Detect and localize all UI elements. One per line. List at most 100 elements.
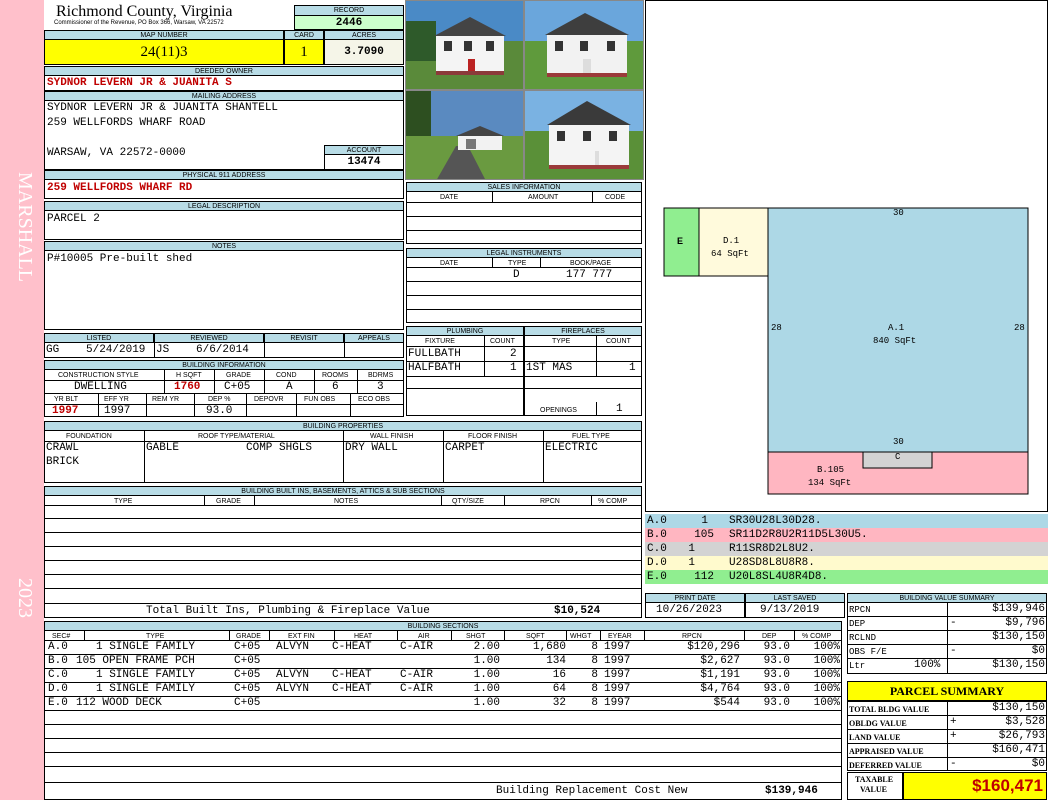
- fireplace-type-col: TYPE: [552, 338, 571, 345]
- section-row-sqft: 64: [552, 683, 566, 695]
- section-row-sqft: 32: [552, 697, 566, 709]
- bvs-ltr-pct: 100%: [914, 659, 941, 671]
- vector-sec: D.0: [647, 557, 667, 569]
- legal-text: PARCEL 2: [47, 213, 100, 225]
- section-row-heat: C-HEAT: [332, 669, 372, 681]
- vector-code: 1: [701, 515, 708, 527]
- fireplace-count-col: COUNT: [606, 338, 631, 345]
- account-value: 13474: [324, 154, 404, 170]
- effyr-col: EFF YR: [104, 396, 129, 403]
- builtins-total-value: $10,524: [554, 605, 601, 617]
- listed-date: 5/24/2019: [86, 344, 146, 356]
- bvs-ltr-label: Ltr: [849, 661, 866, 671]
- section-row-shgt: 1.00: [473, 655, 500, 667]
- section-row-whgt: 8: [591, 697, 598, 709]
- remyr-col: REM YR: [152, 396, 180, 403]
- sketch-dim-top: 30: [893, 208, 904, 218]
- vector-sec: C.0: [647, 543, 667, 555]
- cs-col: CONSTRUCTION STYLE: [58, 372, 139, 379]
- vector-code: 1: [688, 557, 695, 569]
- wall-col: WALL FINISH: [370, 433, 414, 440]
- sales-col-amount: AMOUNT: [528, 194, 559, 201]
- section-row-type: 112 WOOD DECK: [76, 697, 162, 709]
- section-row-shgt: 1.00: [473, 669, 500, 681]
- taxable-label-1: TAXABLE: [855, 775, 894, 784]
- county-title: Richmond County, Virginia: [56, 3, 233, 20]
- plumbing-row-2-fixture: HALFBATH: [408, 362, 461, 374]
- parcel-row-label: DEFERRED VALUE: [849, 761, 922, 770]
- sales-col-code: CODE: [605, 194, 626, 201]
- section-row-sec: E.0: [48, 697, 68, 709]
- vector-row: [645, 556, 1048, 570]
- parcel-summary-title: PARCEL SUMMARY: [847, 681, 1047, 701]
- plumbing-row-2-count: 1: [510, 362, 517, 374]
- section-row-type: 1 SINGLE FAMILY: [96, 669, 196, 681]
- house-photo-4: [524, 90, 644, 180]
- listed-by: GG: [46, 344, 60, 356]
- section-row-heat: C-HEAT: [332, 683, 372, 695]
- house-photo-1: [405, 0, 524, 90]
- plumbing-row-1-count: 2: [510, 348, 517, 360]
- commissioner-line: Commissioner of the Revenue, PO Box 366,…: [54, 20, 224, 26]
- vector-row: [645, 542, 1048, 556]
- section-row-comp: 100%: [813, 697, 840, 709]
- section-row-whgt: 8: [591, 655, 598, 667]
- rcn-value: $139,946: [765, 785, 818, 797]
- roof-col: ROOF TYPE/MATERIAL: [198, 433, 275, 440]
- section-row-air: C-AIR: [400, 669, 434, 681]
- taxable-label-2: VALUE: [860, 785, 887, 794]
- section-row-rpcn: $1,191: [700, 669, 740, 681]
- section-row-grade: C+05: [234, 655, 261, 667]
- sketch-area-d1: 64 SqFt: [711, 249, 749, 259]
- mailing-line2: 259 WELLFORDS WHARF ROAD: [47, 117, 206, 129]
- bvs-obs-value: $0: [1031, 645, 1045, 657]
- section-row-ext: ALVYN: [276, 683, 310, 695]
- parcel-row-value: $0: [1031, 758, 1045, 770]
- acres-value: 3.7090: [324, 39, 404, 65]
- section-row-shgt: 1.00: [473, 683, 500, 695]
- section-row-rpcn: $2,627: [700, 655, 740, 667]
- house-photo-2: [524, 0, 644, 90]
- section-row-eyear: 1997: [604, 669, 631, 681]
- openings-value: 1: [616, 403, 623, 415]
- year-label: 2023: [14, 578, 36, 618]
- notes-text: P#10005 Pre-built shed: [47, 253, 193, 265]
- fuel-type: ELECTRIC: [545, 442, 598, 454]
- bvs-rpcn-value: $139,946: [992, 603, 1045, 615]
- vector-string: R11SR8D2L8U2.: [729, 543, 815, 555]
- sketch-area-a1: 840 SqFt: [873, 336, 917, 346]
- sketch-dim-mid: 30: [893, 437, 904, 447]
- property-sketch: [645, 0, 1048, 512]
- section-row-ext: ALVYN: [276, 669, 310, 681]
- card-number: 1: [284, 39, 324, 65]
- rooms-col: ROOMS: [322, 372, 349, 379]
- instrument-bookpage: 177 777: [566, 269, 613, 281]
- section-row-grade: C+05: [234, 683, 261, 695]
- yrblt-col: YR BLT: [54, 396, 78, 403]
- ecoobs-col: ECO OBS: [358, 396, 390, 403]
- year-built: 1997: [52, 405, 79, 417]
- roof-type: GABLE: [146, 442, 180, 454]
- section-row-shgt: 1.00: [473, 697, 500, 709]
- sidebar: [0, 0, 44, 800]
- vector-string: U28SD8L8U8R8.: [729, 557, 815, 569]
- parcel-row-value: $3,528: [1005, 716, 1045, 728]
- section-row-rpcn: $544: [713, 697, 740, 709]
- section-row-eyear: 1997: [604, 683, 631, 695]
- house-photo-3: [405, 90, 524, 180]
- instrument-type: D: [513, 269, 520, 281]
- rcn-label: Building Replacement Cost New: [496, 785, 688, 797]
- fuel-col: FUEL TYPE: [572, 433, 610, 440]
- owner-name: SYDNOR LEVERN JR & JUANITA S: [47, 77, 232, 89]
- bvs-rclnd-label: RCLND: [849, 633, 877, 643]
- bvs-rpcn-label: RPCN: [849, 605, 871, 615]
- bdrms-col: BDRMS: [368, 372, 394, 379]
- roof-material: COMP SHGLS: [246, 442, 313, 454]
- foundation-1: CRAWL: [46, 442, 80, 454]
- wall-finish: DRY WALL: [345, 442, 398, 454]
- bvs-ltr-value: $130,150: [992, 659, 1045, 671]
- section-row-eyear: 1997: [604, 697, 631, 709]
- section-row-comp: 100%: [813, 641, 840, 653]
- vector-string: SR30U28L30D28.: [729, 515, 822, 527]
- floor-col: FLOOR FINISH: [468, 433, 518, 440]
